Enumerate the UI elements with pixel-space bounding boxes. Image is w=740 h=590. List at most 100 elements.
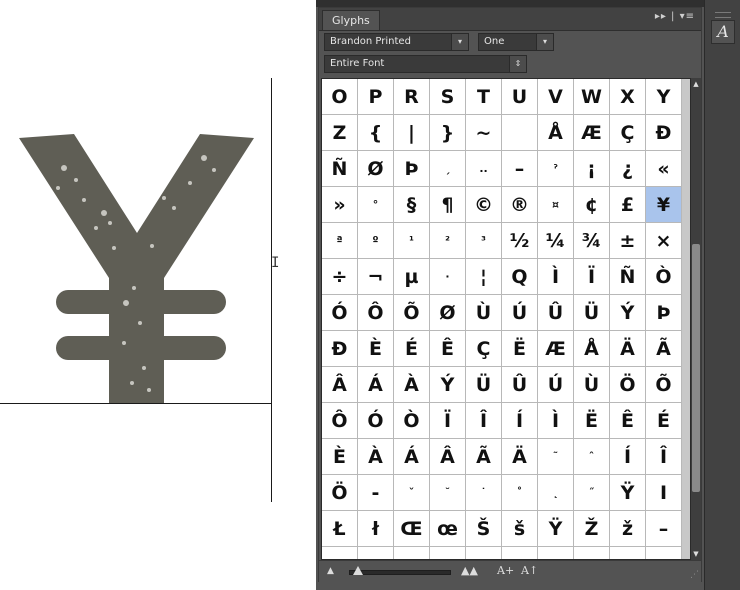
glyph-cell[interactable]: | [394,115,430,151]
glyph-cell[interactable]: À [394,367,430,403]
glyph-cell[interactable]: É [394,331,430,367]
glyph-cell[interactable] [358,547,394,559]
glyph-cell[interactable]: š [502,511,538,547]
glyph-cell[interactable]: ° [358,187,394,223]
glyph-cell[interactable]: ˚ [502,475,538,511]
glyph-cell[interactable]: - [358,475,394,511]
glyph-cell[interactable]: Ù [466,295,502,331]
glyph-cell[interactable]: Õ [646,367,682,403]
glyph-cell[interactable] [610,547,646,559]
glyph-cell[interactable]: Ö [322,475,358,511]
glyph-cell[interactable]: Ñ [322,151,358,187]
glyph-cell[interactable]: Ü [574,295,610,331]
glyph-cell[interactable]: Ç [466,331,502,367]
glyph-cell[interactable]: » [322,187,358,223]
glyph-cell[interactable]: Ž [574,511,610,547]
glyph-cell[interactable]: Ä [610,331,646,367]
glyph-cell[interactable]: Î [646,439,682,475]
glyph-cell[interactable]: Ù [574,367,610,403]
glyph-cell[interactable]: Ä [502,439,538,475]
glyph-cell[interactable]: Ì [538,403,574,439]
show-filter-dropdown[interactable]: Entire Font ⇕ [324,55,527,73]
glyph-cell[interactable]: « [646,151,682,187]
glyph-cell[interactable]: Ô [358,295,394,331]
glyph-cell[interactable]: Ï [574,259,610,295]
glyph-cell[interactable] [538,547,574,559]
glyph-cell[interactable]: Í [502,403,538,439]
panel-title-strip[interactable] [316,0,704,7]
glyph-cell[interactable]: ÷ [322,259,358,295]
glyph-cell[interactable]: Þ [394,151,430,187]
glyph-cell[interactable] [502,547,538,559]
glyph-cell[interactable]: Ô [322,403,358,439]
glyph-cell[interactable]: Đ [646,115,682,151]
glyph-cell[interactable]: Ø [358,151,394,187]
glyph-cell[interactable]: ¤ [538,187,574,223]
glyph-cell[interactable]: ˆ [574,439,610,475]
glyph-cell[interactable]: Æ [574,115,610,151]
glyph-cell[interactable]: R [394,79,430,115]
glyph-cell[interactable]: ˘ [430,475,466,511]
glyph-cell[interactable]: Á [394,439,430,475]
glyph-cell[interactable]: ¾ [574,223,610,259]
glyph-cell[interactable] [430,547,466,559]
glyph-cell[interactable]: ¬ [358,259,394,295]
glyph-cell[interactable]: Û [538,295,574,331]
font-family-dropdown[interactable]: Brandon Printed ▾ [324,33,469,51]
increase-size-button[interactable]: A+ [497,564,514,577]
glyph-cell[interactable]: § [394,187,430,223]
glyph-cell[interactable]: ˙ [466,475,502,511]
glyph-cell[interactable]: Å [538,115,574,151]
glyph-cell[interactable]: ˏ [430,151,466,187]
glyph-cell[interactable]: Û [502,367,538,403]
glyph-cell[interactable]: ˇ [394,475,430,511]
glyph-cell[interactable]: ª [322,223,358,259]
glyph-cell[interactable]: ˀ [538,151,574,187]
glyph-cell[interactable]: ~ [466,115,502,151]
glyph-cell[interactable]: ¿ [610,151,646,187]
glyph-cell[interactable] [574,547,610,559]
glyph-cell[interactable]: Ë [574,403,610,439]
glyph-cell[interactable]: © [466,187,502,223]
glyph-cell[interactable]: Ÿ [610,475,646,511]
glyph-cell[interactable]: V [538,79,574,115]
resize-grip-icon[interactable]: ⋰ [690,570,699,580]
glyph-cell[interactable]: Ü [466,367,502,403]
glyph-cell[interactable]: È [358,331,394,367]
decrease-size-button[interactable]: A↑ [521,564,538,577]
glyph-cell[interactable]: ¥ [646,187,682,223]
panel-menu-icon[interactable]: ▸▸ | ▾≡ [655,11,695,22]
slider-knob[interactable] [353,566,363,575]
glyph-size-slider[interactable] [349,570,451,575]
glyph-grid-scrollbar[interactable]: ▲ ▼ [691,78,701,560]
glyph-cell[interactable]: – [502,151,538,187]
scroll-down-icon[interactable]: ▼ [691,548,701,560]
glyph-cell[interactable] [646,547,682,559]
scroll-up-icon[interactable]: ▲ [691,78,701,90]
mountain-large-icon[interactable]: ▲▲ [461,564,478,577]
glyph-cell[interactable]: S [430,79,466,115]
glyph-cell[interactable]: ² [430,223,466,259]
glyph-cell[interactable] [466,547,502,559]
glyph-cell[interactable]: ˜ [538,439,574,475]
glyph-cell[interactable]: Ó [358,403,394,439]
glyph-cell[interactable]: ® [502,187,538,223]
font-style-dropdown[interactable]: One ▾ [478,33,554,51]
glyph-cell[interactable]: × [646,223,682,259]
glyph-cell[interactable]: Ø [430,295,466,331]
glyph-cell[interactable]: È [322,439,358,475]
glyph-cell[interactable]: Â [430,439,466,475]
glyph-cell[interactable]: Æ [538,331,574,367]
glyph-cell[interactable]: À [358,439,394,475]
glyph-cell[interactable]: Õ [394,295,430,331]
glyph-cell[interactable]: µ [394,259,430,295]
glyph-cell[interactable]: } [430,115,466,151]
glyph-cell[interactable] [322,547,358,559]
glyph-cell[interactable]: ¢ [574,187,610,223]
scrollbar-thumb[interactable] [692,244,700,492]
glyph-cell[interactable]: Ê [430,331,466,367]
glyph-cell[interactable]: Ê [610,403,646,439]
glyph-cell[interactable]: ¼ [538,223,574,259]
glyph-cell[interactable]: T [466,79,502,115]
glyph-cell[interactable]: Ò [394,403,430,439]
